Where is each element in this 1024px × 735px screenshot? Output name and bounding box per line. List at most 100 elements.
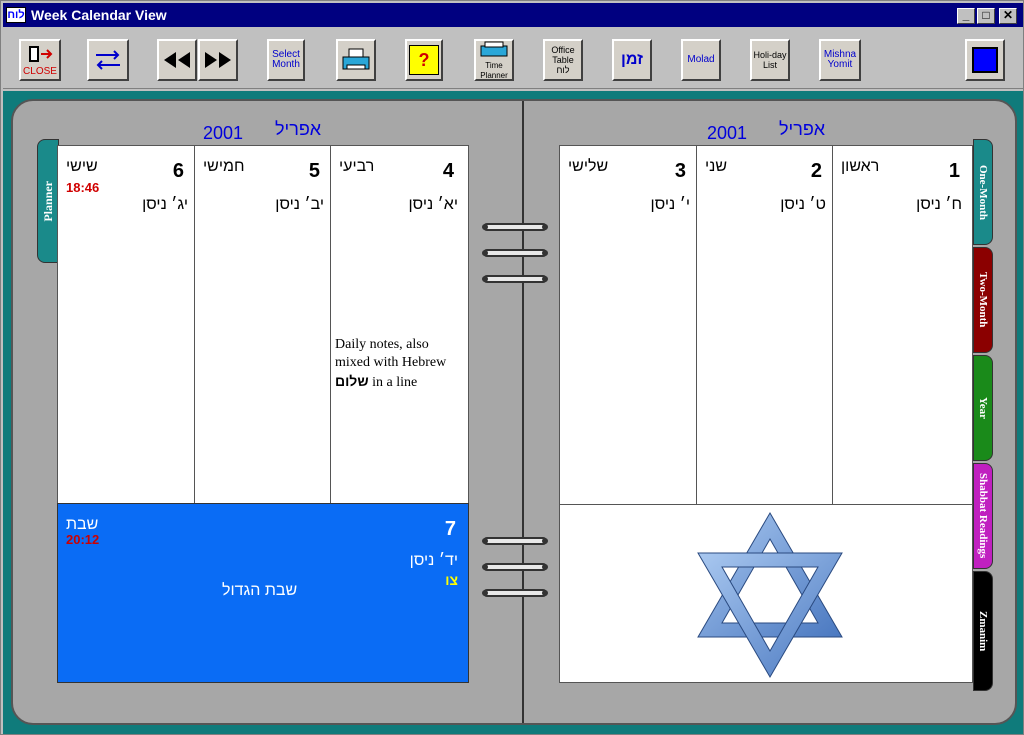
door-exit-icon	[29, 45, 53, 62]
day-cell-5[interactable]: 5 חמישי יב׳ ניסן	[194, 146, 330, 504]
planner-book: 2001 אפריל Planner 6 שישי 18:46 יג׳ ניסן…	[11, 99, 1017, 725]
mishna-yomit-label: Mishna Yomit	[823, 49, 857, 70]
print-button[interactable]	[336, 39, 376, 81]
book-spine	[522, 101, 524, 723]
time-planner-label: Time Planner	[480, 60, 508, 80]
office-table-label: Office Table לוח	[551, 45, 575, 75]
day-number: 7	[444, 518, 456, 540]
app-window: לוח Week Calendar View _ □ ✕ CLOSE Selec…	[0, 0, 1024, 735]
hebrew-date: ח׳ ניסן	[916, 196, 962, 213]
binder-ring	[482, 537, 548, 545]
day-name: ראשון	[841, 158, 880, 175]
day-number: 5	[308, 160, 320, 182]
binder-ring	[482, 249, 548, 257]
select-month-label: Select Month	[272, 49, 300, 70]
select-month-button[interactable]: Select Month	[267, 39, 305, 81]
tab-zmanim-label: Zmanim	[977, 610, 989, 652]
hebrew-date: יד׳ ניסן	[409, 552, 458, 569]
havdalah-time: 20:12	[66, 532, 100, 547]
help-button[interactable]: ?	[405, 39, 443, 81]
tab-two-month-label: Two-Month	[977, 272, 989, 328]
molad-label: Molad	[687, 54, 715, 65]
hebrew-date: י׳ ניסן	[650, 196, 690, 213]
notes-line-2: mixed with Hebrew	[335, 355, 447, 370]
day-number: 6	[172, 160, 184, 182]
help-icon: ?	[409, 45, 439, 75]
hebrew-date: יב׳ ניסן	[275, 196, 324, 213]
right-year: 2001	[707, 123, 748, 143]
tab-one-month[interactable]: One-Month	[973, 139, 993, 245]
tab-year[interactable]: Year	[973, 355, 993, 461]
special-shabbat: שבת הגדול	[222, 582, 298, 599]
day-cell-4[interactable]: 4 רביעי יא׳ ניסן Daily notes, also mixed…	[330, 146, 468, 504]
title-bar: לוח Week Calendar View _ □ ✕	[3, 3, 1023, 27]
daily-notes[interactable]: Daily notes, also mixed with Hebrew שלום…	[335, 336, 446, 392]
binder-ring	[482, 589, 548, 597]
left-year: 2001	[203, 123, 244, 143]
binder-ring	[482, 223, 548, 231]
hebrew-date: יא׳ ניסן	[408, 196, 458, 213]
close-label: CLOSE	[23, 65, 57, 77]
tab-year-label: Year	[977, 397, 989, 419]
zman-label: זמן	[621, 51, 643, 68]
hebrew-date: יג׳ ניסן	[142, 196, 188, 213]
hebrew-date: ט׳ ניסן	[780, 196, 826, 213]
left-page: 6 שישי 18:46 יג׳ ניסן 5 חמישי יב׳ ניסן 4…	[57, 145, 469, 505]
right-month: אפריל	[779, 119, 826, 139]
next-week-button[interactable]	[198, 39, 238, 81]
color-square-icon	[972, 47, 998, 73]
candle-lighting-time: 18:46	[66, 180, 100, 195]
tab-zmanim[interactable]: Zmanim	[973, 571, 993, 691]
day-cell-6[interactable]: 6 שישי 18:46 יג׳ ניסן	[58, 146, 194, 504]
fast-forward-icon	[205, 52, 231, 68]
minimize-button[interactable]: _	[957, 8, 975, 24]
tab-shabbat-readings-label: Shabbat Readings	[977, 473, 989, 559]
swap-button[interactable]	[87, 39, 129, 81]
day-name: שלישי	[568, 158, 609, 175]
office-table-button[interactable]: Office Table לוח	[543, 39, 583, 81]
day-number: 1	[948, 160, 960, 182]
printer-icon	[342, 48, 370, 70]
day-cell-2[interactable]: 2 שני ט׳ ניסן	[696, 146, 832, 504]
day-name: שני	[705, 158, 728, 175]
day-name: חמישי	[203, 158, 245, 175]
holiday-list-button[interactable]: Holi-day List	[750, 39, 790, 81]
maximize-button[interactable]: □	[977, 8, 995, 24]
day-cell-shabbat[interactable]: 7 שבת 20:12 יד׳ ניסן צו שבת הגדול	[57, 503, 469, 683]
notes-line-3: in a line	[368, 375, 418, 390]
tab-planner[interactable]: Planner	[37, 139, 59, 263]
star-panel	[560, 504, 972, 682]
color-button[interactable]	[965, 39, 1005, 81]
day-name: שישי	[66, 158, 98, 175]
mishna-yomit-button[interactable]: Mishna Yomit	[819, 39, 861, 81]
molad-button[interactable]: Molad	[681, 39, 721, 81]
main-area: 2001 אפריל Planner 6 שישי 18:46 יג׳ ניסן…	[3, 91, 1023, 734]
binder-ring	[482, 275, 548, 283]
app-icon[interactable]: לוח	[6, 7, 26, 23]
tab-planner-label: Planner	[40, 180, 55, 222]
star-of-david-icon	[697, 512, 843, 678]
time-planner-icon	[480, 41, 508, 56]
parasha: צו	[445, 572, 458, 588]
zman-button[interactable]: זמן	[612, 39, 652, 81]
toolbar: CLOSE Select Month ? Time Planner Office…	[3, 29, 1023, 89]
holiday-list-label: Holi-day List	[753, 50, 787, 70]
notes-hebrew-word: שלום	[335, 373, 369, 389]
tab-two-month[interactable]: Two-Month	[973, 247, 993, 353]
time-planner-button[interactable]: Time Planner	[474, 39, 514, 81]
day-number: 3	[674, 160, 686, 182]
swap-arrows-icon	[96, 50, 120, 70]
tab-shabbat-readings[interactable]: Shabbat Readings	[973, 463, 993, 569]
day-cell-1[interactable]: 1 ראשון ח׳ ניסן	[832, 146, 972, 504]
close-button[interactable]: CLOSE	[19, 39, 61, 81]
rewind-icon	[164, 52, 190, 68]
tab-one-month-label: One-Month	[977, 164, 989, 220]
close-window-button[interactable]: ✕	[999, 8, 1017, 24]
right-page: 3 שלישי י׳ ניסן 2 שני ט׳ ניסן 1 ראשון ח׳…	[559, 145, 973, 683]
day-cell-3[interactable]: 3 שלישי י׳ ניסן	[560, 146, 696, 504]
day-number: 4	[442, 160, 454, 182]
prev-week-button[interactable]	[157, 39, 197, 81]
day-name: רביעי	[339, 158, 375, 175]
binder-ring	[482, 563, 548, 571]
day-number: 2	[810, 160, 822, 182]
